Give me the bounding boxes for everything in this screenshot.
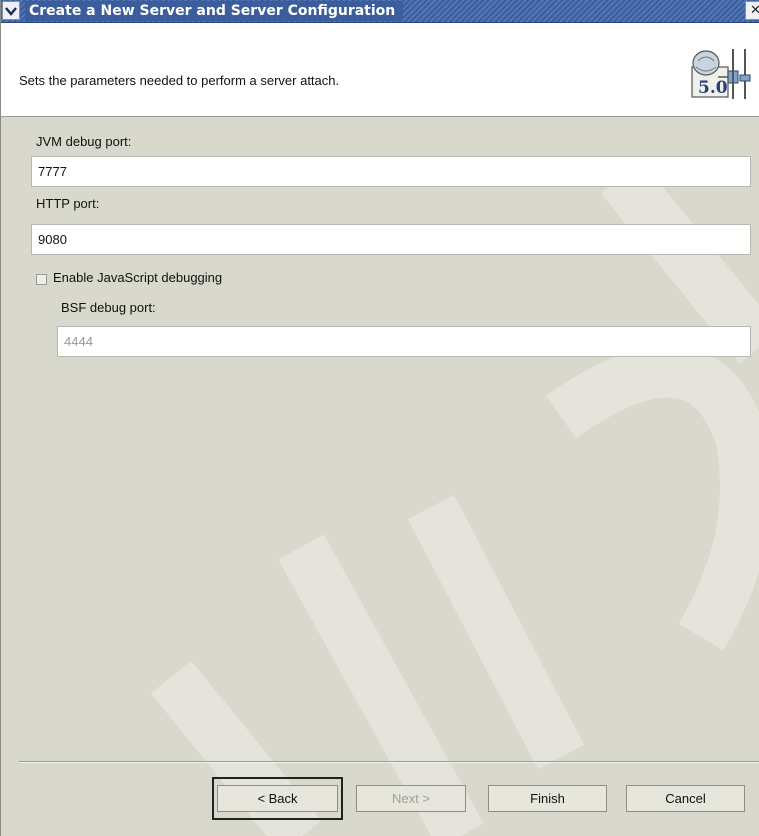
http-port-label: HTTP port: (36, 196, 100, 211)
next-button[interactable]: Next > (356, 785, 466, 812)
close-icon: ✕ (750, 3, 759, 18)
window-title: Create a New Server and Server Configura… (25, 1, 404, 21)
wizard-content: JVM debug port: 7777 HTTP port: 9080 Ena… (1, 117, 759, 836)
server-wizard-icon: 5.0 (691, 49, 751, 99)
jvm-debug-port-input[interactable]: 7777 (31, 156, 751, 187)
close-button[interactable]: ✕ (745, 1, 759, 20)
enable-javascript-debugging-label[interactable]: Enable JavaScript debugging (53, 270, 222, 285)
jvm-debug-port-label: JVM debug port: (36, 134, 132, 149)
title-bar[interactable]: Create a New Server and Server Configura… (1, 0, 759, 23)
icon-badge-text: 5.0 (698, 78, 728, 98)
cancel-button[interactable]: Cancel (626, 785, 745, 812)
wizard-header: Sets the parameters needed to perform a … (1, 23, 759, 117)
http-port-input[interactable]: 9080 (31, 224, 751, 255)
bsf-debug-port-input[interactable]: 4444 (57, 326, 751, 357)
enable-javascript-debugging-checkbox[interactable] (36, 274, 47, 285)
wizard-description: Sets the parameters needed to perform a … (19, 73, 340, 88)
button-separator (19, 761, 759, 763)
finish-button[interactable]: Finish (488, 785, 607, 812)
window-menu-button[interactable] (2, 1, 20, 20)
chevron-down-icon (5, 6, 17, 16)
wizard-window: Create a New Server and Server Configura… (0, 0, 759, 836)
back-button[interactable]: < Back (217, 785, 338, 812)
bsf-debug-port-label: BSF debug port: (61, 300, 156, 315)
